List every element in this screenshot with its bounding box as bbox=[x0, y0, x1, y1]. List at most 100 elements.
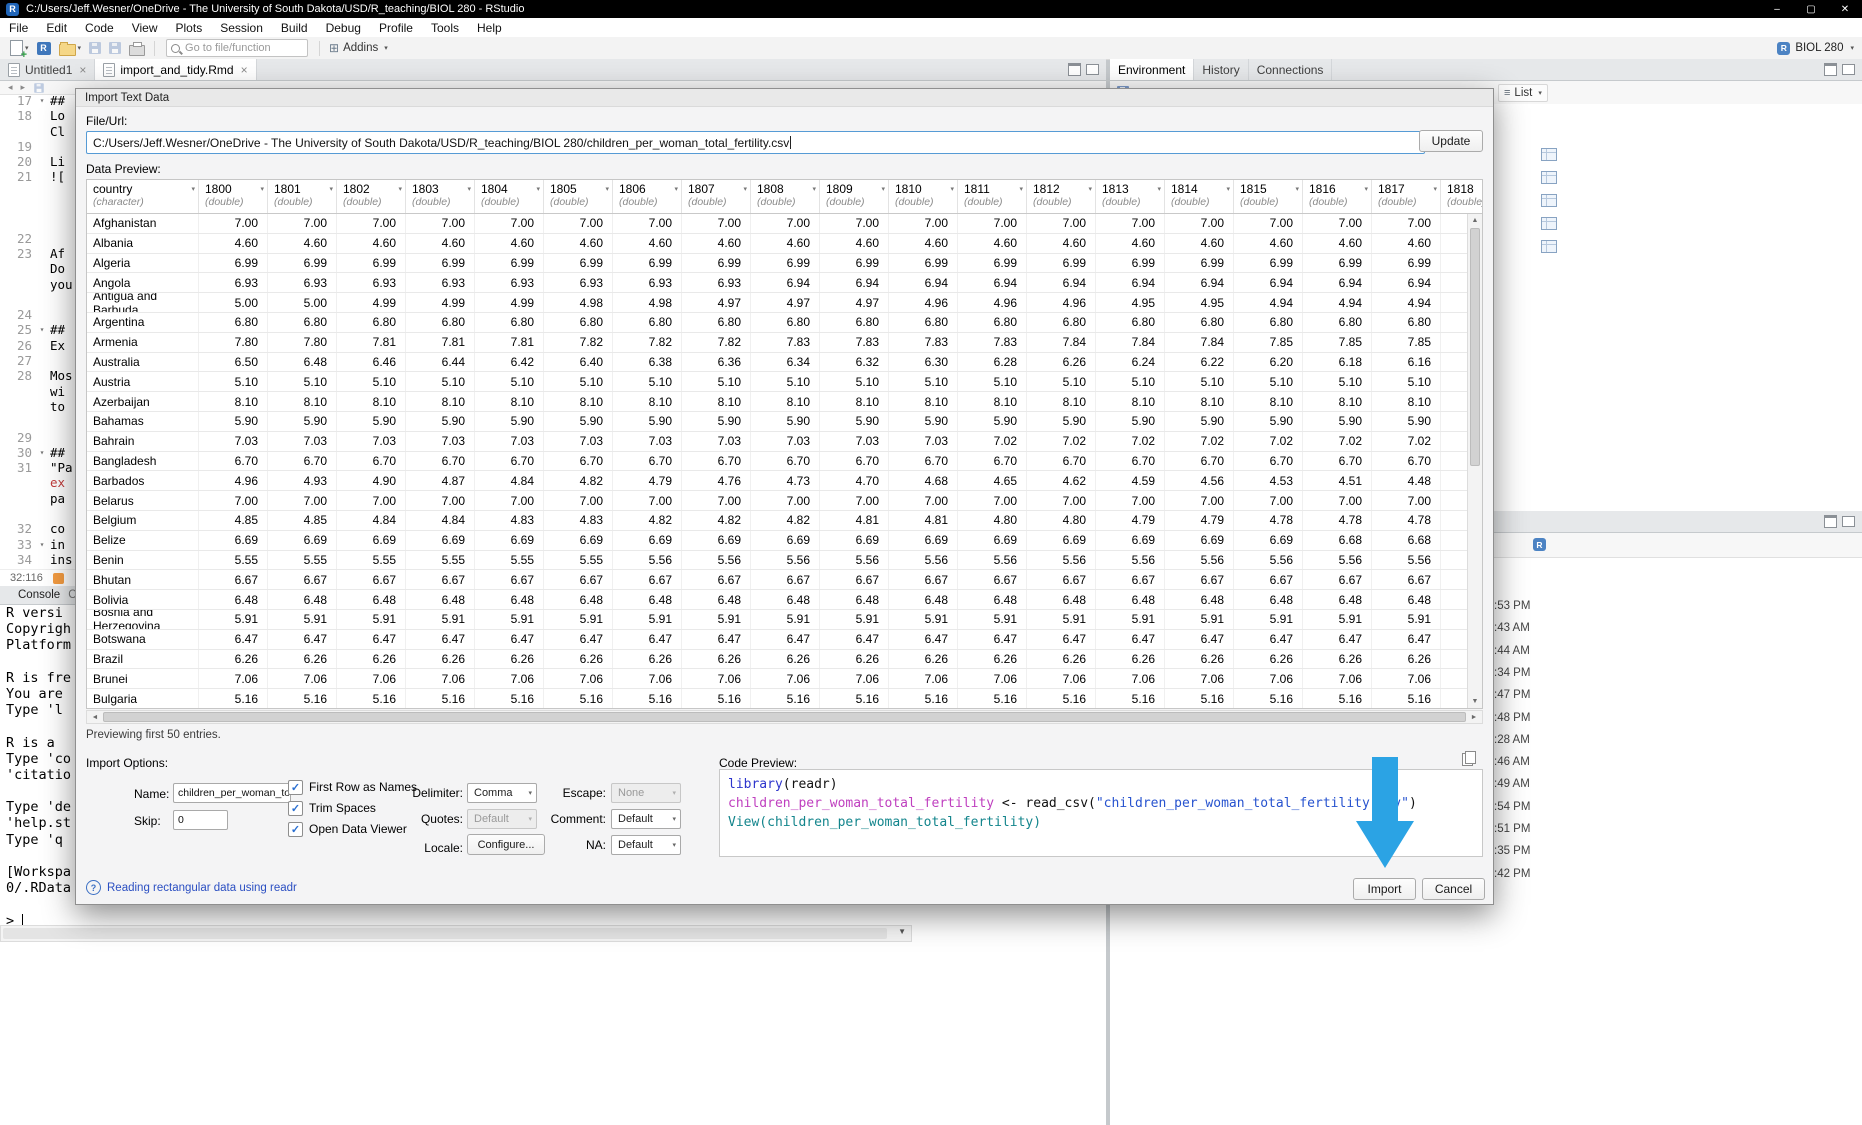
column-menu-icon[interactable]: ▾ bbox=[1295, 185, 1299, 193]
tab-untitled1[interactable]: Untitled1× bbox=[0, 59, 95, 80]
view-data-grid-icon[interactable] bbox=[1541, 148, 1557, 161]
menu-edit[interactable]: Edit bbox=[37, 21, 76, 35]
column-menu-icon[interactable]: ▾ bbox=[329, 185, 333, 193]
minimize-pane-icon[interactable] bbox=[1824, 515, 1837, 528]
column-menu-icon[interactable]: ▾ bbox=[260, 185, 264, 193]
minimize-pane-icon[interactable] bbox=[1824, 63, 1837, 76]
menu-help[interactable]: Help bbox=[468, 21, 511, 35]
maximize-pane-icon[interactable] bbox=[1086, 64, 1099, 75]
maximize-icon[interactable]: ▢ bbox=[1794, 0, 1828, 18]
cancel-button[interactable]: Cancel bbox=[1422, 878, 1485, 900]
readr-help-link[interactable]: Reading rectangular data using readr bbox=[107, 882, 297, 894]
column-menu-icon[interactable]: ▾ bbox=[881, 185, 885, 193]
menu-profile[interactable]: Profile bbox=[370, 21, 422, 35]
column-menu-icon[interactable]: ▾ bbox=[1157, 185, 1161, 193]
column-menu-icon[interactable]: ▾ bbox=[191, 185, 195, 193]
menu-debug[interactable]: Debug bbox=[317, 21, 370, 35]
menu-plots[interactable]: Plots bbox=[167, 21, 212, 35]
scroll-up-icon[interactable]: ▲ bbox=[1468, 217, 1482, 224]
fold-icon[interactable]: ▾ bbox=[36, 537, 48, 552]
data-preview-table[interactable]: country▾(character)1800▾(double)1801▾(do… bbox=[86, 179, 1483, 709]
scroll-down-icon[interactable]: ▼ bbox=[1468, 698, 1482, 705]
view-data-grid-icon[interactable] bbox=[1541, 194, 1557, 207]
scrollbar-thumb[interactable] bbox=[3, 928, 887, 939]
select-escape[interactable]: None▾ bbox=[611, 783, 681, 803]
column-menu-icon[interactable]: ▾ bbox=[743, 185, 747, 193]
update-button[interactable]: Update bbox=[1419, 130, 1483, 152]
column-menu-icon[interactable]: ▾ bbox=[1364, 185, 1368, 193]
menu-code[interactable]: Code bbox=[76, 21, 123, 35]
select-comment[interactable]: Default▾ bbox=[611, 809, 681, 829]
column-menu-icon[interactable]: ▾ bbox=[1019, 185, 1023, 193]
new-file-button[interactable]: ▾ bbox=[10, 40, 29, 56]
menu-view[interactable]: View bbox=[123, 21, 167, 35]
column-menu-icon[interactable]: ▾ bbox=[950, 185, 954, 193]
import-button[interactable]: Import bbox=[1353, 878, 1416, 900]
back-icon[interactable]: ◂ bbox=[8, 82, 13, 93]
list-view-dropdown[interactable]: ≡ List ▾ bbox=[1498, 84, 1548, 102]
console-tab[interactable]: Console bbox=[18, 589, 60, 601]
select-quotes[interactable]: Default▾ bbox=[467, 809, 537, 829]
menu-session[interactable]: Session bbox=[211, 21, 272, 35]
checkbox-first-row-as-names[interactable]: ✓First Row as Names bbox=[288, 779, 417, 795]
menu-build[interactable]: Build bbox=[272, 21, 317, 35]
new-project-button[interactable]: R bbox=[37, 42, 51, 55]
table-vscrollbar[interactable]: ▲ ▼ bbox=[1467, 214, 1482, 708]
column-menu-icon[interactable]: ▾ bbox=[605, 185, 609, 193]
rmd-outline-icon[interactable] bbox=[53, 573, 64, 584]
fold-icon[interactable]: ▾ bbox=[36, 445, 48, 460]
view-data-grid-icon[interactable] bbox=[1541, 217, 1557, 230]
menu-tools[interactable]: Tools bbox=[422, 21, 468, 35]
fold-icon[interactable]: ▾ bbox=[36, 322, 48, 337]
goto-file-input[interactable]: Go to file/function bbox=[166, 39, 308, 57]
forward-icon[interactable]: ▸ bbox=[21, 82, 26, 93]
tab-connections[interactable]: Connections bbox=[1249, 59, 1333, 80]
print-button[interactable] bbox=[129, 40, 145, 56]
checkbox-open-data-viewer[interactable]: ✓Open Data Viewer bbox=[288, 821, 407, 837]
select-na[interactable]: Default▾ bbox=[611, 835, 681, 855]
minimize-icon[interactable]: – bbox=[1760, 0, 1794, 18]
column-menu-icon[interactable]: ▾ bbox=[674, 185, 678, 193]
column-menu-icon[interactable]: ▾ bbox=[467, 185, 471, 193]
column-menu-icon[interactable]: ▾ bbox=[1433, 185, 1437, 193]
column-menu-icon[interactable]: ▾ bbox=[398, 185, 402, 193]
help-icon[interactable]: ? bbox=[86, 880, 101, 895]
table-hscrollbar[interactable]: ◄ ► bbox=[86, 710, 1483, 724]
tab-environment[interactable]: Environment bbox=[1110, 59, 1194, 80]
minimize-pane-icon[interactable] bbox=[1068, 63, 1081, 76]
column-menu-icon[interactable]: ▾ bbox=[1226, 185, 1230, 193]
file-url-input[interactable]: C:/Users/Jeff.Wesner/OneDrive - The Univ… bbox=[86, 131, 1425, 154]
dialog-titlebar[interactable]: Import Text Data bbox=[76, 89, 1493, 107]
console-scrollbar[interactable]: ▼ bbox=[0, 925, 912, 942]
save-button[interactable] bbox=[89, 42, 101, 54]
view-data-grid-icon[interactable] bbox=[1541, 240, 1557, 253]
project-selector[interactable]: R BIOL 280 ▾ bbox=[1777, 42, 1854, 55]
scroll-down-icon[interactable]: ▼ bbox=[898, 927, 906, 936]
save-doc-icon[interactable] bbox=[34, 83, 44, 93]
view-data-grid-icon[interactable] bbox=[1541, 171, 1557, 184]
tab-history[interactable]: History bbox=[1194, 59, 1248, 80]
name-field[interactable]: children_per_woman_total_ bbox=[173, 783, 291, 803]
column-menu-icon[interactable]: ▾ bbox=[812, 185, 816, 193]
tab-import-and-tidy-rmd[interactable]: import_and_tidy.Rmd× bbox=[95, 59, 256, 80]
close-tab-icon[interactable]: × bbox=[241, 63, 248, 77]
fold-icon[interactable]: ▾ bbox=[36, 93, 48, 108]
column-menu-icon[interactable]: ▾ bbox=[536, 185, 540, 193]
checkbox-trim-spaces[interactable]: ✓Trim Spaces bbox=[288, 800, 376, 816]
select-delimiter[interactable]: Comma▾ bbox=[467, 783, 537, 803]
scroll-left-icon[interactable]: ◄ bbox=[90, 714, 100, 721]
maximize-pane-icon[interactable] bbox=[1842, 64, 1855, 75]
scrollbar-thumb[interactable] bbox=[1470, 228, 1480, 466]
copy-code-icon[interactable] bbox=[1462, 753, 1473, 766]
save-all-button[interactable] bbox=[109, 42, 121, 54]
menu-file[interactable]: File bbox=[0, 21, 37, 35]
scroll-right-icon[interactable]: ► bbox=[1469, 714, 1479, 721]
scrollbar-thumb[interactable] bbox=[103, 712, 1466, 722]
maximize-pane-icon[interactable] bbox=[1842, 516, 1855, 527]
addins-button[interactable]: ⊞ Addins ▾ bbox=[329, 41, 388, 55]
close-tab-icon[interactable]: × bbox=[79, 63, 86, 77]
open-file-button[interactable]: ▾ bbox=[59, 41, 82, 56]
column-menu-icon[interactable]: ▾ bbox=[1088, 185, 1092, 193]
skip-field[interactable]: 0 bbox=[173, 810, 228, 830]
close-icon[interactable]: ✕ bbox=[1828, 0, 1862, 18]
